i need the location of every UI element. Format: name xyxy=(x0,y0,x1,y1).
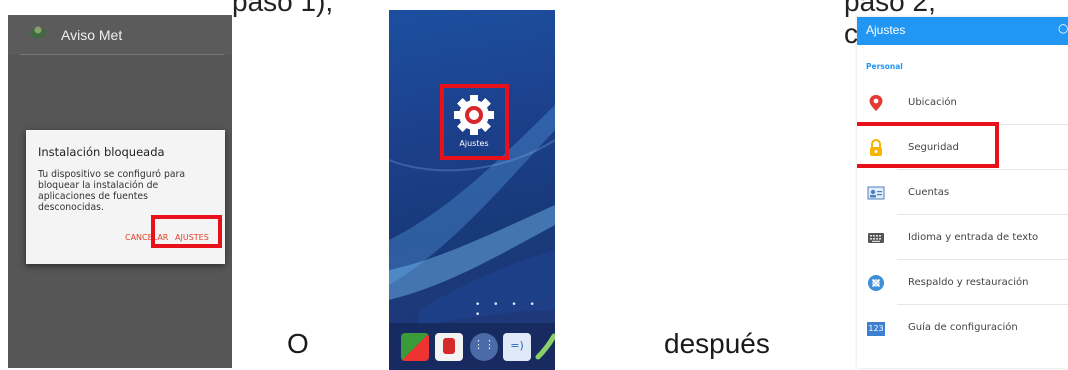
home-screen-screenshot: Ajustes • • • • • ⋮⋮ =) xyxy=(389,10,555,370)
settings-app-bar: Ajustes ○ xyxy=(857,17,1068,45)
page-indicator: • • • • • xyxy=(475,300,540,320)
search-icon[interactable]: ○ xyxy=(1058,21,1068,35)
setup-guide-icon: 123 xyxy=(867,322,885,336)
settings-title: Ajustes xyxy=(866,23,906,37)
settings-item-language[interactable]: Idioma y entrada de texto xyxy=(857,215,1068,260)
caption-after: después xyxy=(664,328,770,359)
settings-item-setup-guide[interactable]: 123 Guía de configuración xyxy=(857,305,1068,350)
maps-icon[interactable] xyxy=(401,333,429,361)
location-pin-icon xyxy=(869,95,883,111)
app-bar: Aviso Met xyxy=(8,15,232,55)
app-drawer-icon[interactable]: ⋮⋮ xyxy=(470,333,498,361)
app-logo-icon xyxy=(30,26,46,38)
section-header: Personal xyxy=(866,62,903,71)
divider xyxy=(20,54,224,55)
phone-icon[interactable] xyxy=(534,333,555,361)
settings-item-label: Cuentas xyxy=(908,187,950,198)
settings-item-backup[interactable]: Respaldo y restauración xyxy=(857,260,1068,305)
highlight-box xyxy=(440,84,509,160)
settings-item-label: Respaldo y restauración xyxy=(908,277,1029,288)
accounts-icon xyxy=(867,186,885,200)
settings-item-label: Idioma y entrada de texto xyxy=(908,232,1039,243)
dock: ⋮⋮ =) xyxy=(389,323,555,370)
settings-screenshot: Ajustes ○ Personal Ubicación Seguridad C… xyxy=(857,17,1068,368)
settings-item-label: Guía de configuración xyxy=(908,322,1018,333)
dialog-title: Instalación bloqueada xyxy=(38,145,165,159)
contacts-icon[interactable] xyxy=(435,333,463,361)
messaging-icon[interactable]: =) xyxy=(503,333,531,361)
top-caption: paso 1), paso 2, configurar xyxy=(0,0,1068,49)
app-title: Aviso Met xyxy=(61,27,123,43)
settings-item-accounts[interactable]: Cuentas xyxy=(857,170,1068,215)
backup-icon xyxy=(868,275,884,291)
caption-or: O xyxy=(287,328,309,359)
keyboard-icon xyxy=(868,233,884,243)
dialog-message: Tu dispositivo se configuró para bloquea… xyxy=(38,169,186,213)
highlight-box xyxy=(151,215,222,248)
highlight-box xyxy=(857,122,999,168)
settings-item-location[interactable]: Ubicación xyxy=(857,80,1068,125)
installation-blocked-screenshot: Aviso Met Instalación bloqueada Tu dispo… xyxy=(8,15,232,368)
top-caption-part1: paso 1), xyxy=(232,0,334,17)
settings-item-label: Ubicación xyxy=(908,97,957,108)
